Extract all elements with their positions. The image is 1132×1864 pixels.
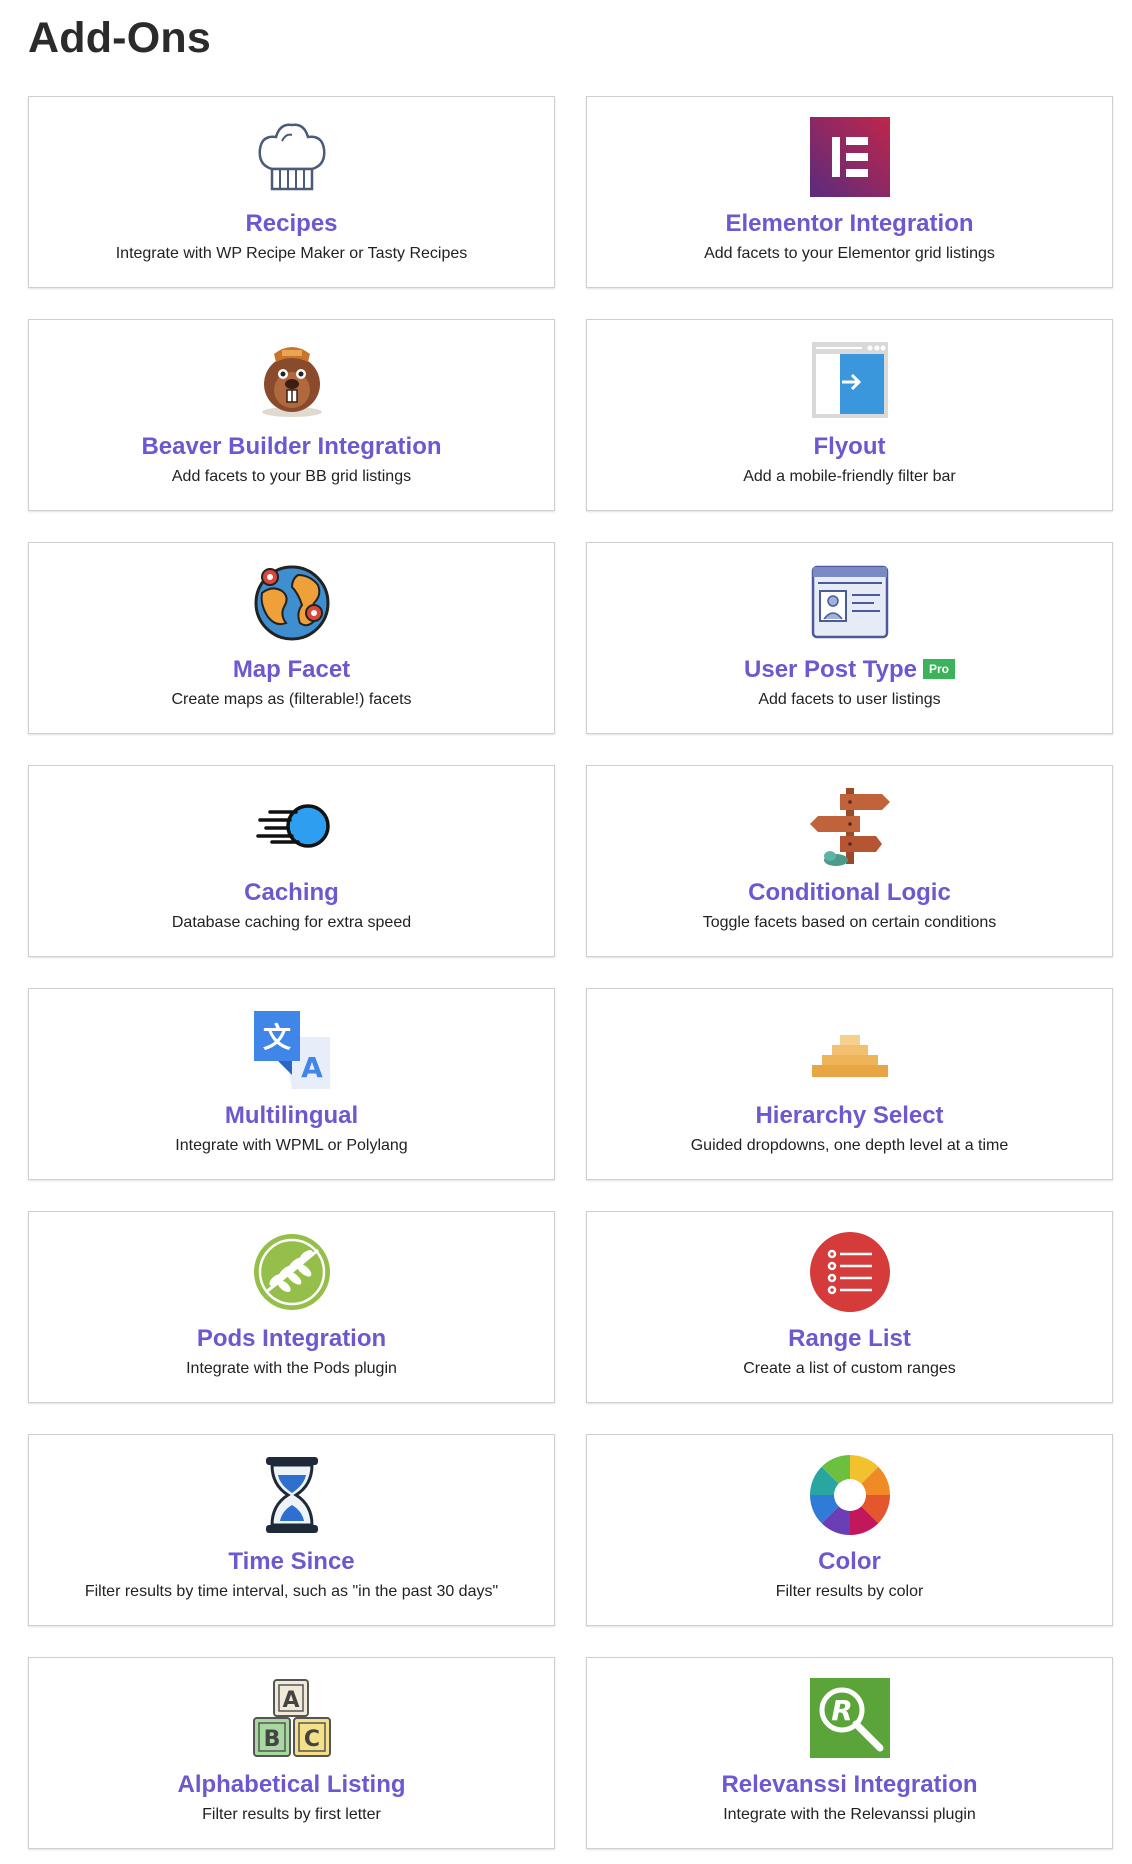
addon-card-map-facet[interactable]: Map Facet Create maps as (filterable!) fa…	[28, 542, 555, 734]
addon-title-text: Elementor Integration	[725, 210, 974, 237]
addon-title-text: Alphabetical Listing	[177, 1771, 406, 1798]
addon-description: Create a list of custom ranges	[743, 1360, 956, 1377]
addon-title[interactable]: Range List	[587, 1325, 1112, 1353]
chef-hat-icon	[29, 117, 554, 197]
beaver-icon	[29, 340, 554, 420]
list-circle-icon	[587, 1232, 1112, 1312]
addon-title-text: Hierarchy Select	[755, 1102, 944, 1129]
relevanssi-icon: R	[587, 1678, 1112, 1758]
flyout-window-icon	[587, 340, 1112, 420]
addon-title-text: User Post Type	[744, 656, 917, 683]
addon-description: Integrate with WPML or Polylang	[175, 1137, 408, 1154]
addon-title[interactable]: Alphabetical Listing	[29, 1771, 554, 1799]
addon-description: Create maps as (filterable!) facets	[171, 691, 412, 708]
addon-title-text: Multilingual	[224, 1102, 359, 1129]
user-card-icon	[587, 563, 1112, 643]
addon-description: Add facets to your BB grid listings	[171, 468, 412, 485]
addon-description: Integrate with WP Recipe Maker or Tasty …	[115, 245, 468, 262]
addon-description: Filter results by first letter	[202, 1806, 381, 1823]
pyramid-icon	[587, 1009, 1112, 1089]
addon-title-text: Beaver Builder Integration	[141, 433, 442, 460]
addon-title-text: Caching	[244, 879, 339, 906]
addons-page: Add-Ons Recipes Integrate with WP Recipe …	[0, 0, 1132, 1864]
pods-leaf-icon	[29, 1232, 554, 1312]
addon-title-text: Map Facet	[232, 656, 351, 683]
addon-title[interactable]: Caching	[29, 879, 554, 907]
addon-title[interactable]: Map Facet	[29, 656, 554, 684]
addon-title-text: Time Since	[228, 1548, 355, 1575]
addon-title[interactable]: Beaver Builder Integration	[29, 433, 554, 461]
addon-description: Filter results by time interval, such as…	[84, 1583, 499, 1600]
signpost-icon	[587, 786, 1112, 866]
block-letter-c: C	[303, 1727, 319, 1752]
addon-card-user-post-type[interactable]: User Post Type Pro Add facets to user list…	[586, 542, 1113, 734]
addon-card-color[interactable]: Color Filter results by color	[586, 1434, 1113, 1626]
addon-title[interactable]: Flyout	[587, 433, 1112, 461]
elementor-icon	[587, 117, 1112, 197]
addon-title-text: Color	[818, 1548, 881, 1575]
addon-description: Toggle facets based on certain condition…	[702, 914, 997, 931]
addon-title[interactable]: Hierarchy Select	[587, 1102, 1112, 1130]
addon-title-text: Pods Integration	[196, 1325, 387, 1352]
addon-card-beaver-builder-integration[interactable]: Beaver Builder Integration Add facets to …	[28, 319, 555, 511]
addon-title[interactable]: Color	[587, 1548, 1112, 1576]
addon-card-range-list[interactable]: Range List Create a list of custom ranges	[586, 1211, 1113, 1403]
page-title: Add-Ons	[28, 14, 211, 62]
addon-title[interactable]: User Post Type Pro	[587, 656, 1112, 684]
color-wheel-icon	[587, 1455, 1112, 1535]
addon-card-hierarchy-select[interactable]: Hierarchy Select Guided dropdowns, one de…	[586, 988, 1113, 1180]
addon-title-text: Range List	[788, 1325, 911, 1352]
addon-card-relevanssi-integration[interactable]: R Relevanssi Integration Integrate with t…	[586, 1657, 1113, 1849]
addon-title-text: Recipes	[245, 210, 338, 237]
globe-pins-icon	[29, 563, 554, 643]
addon-description: Filter results by color	[775, 1583, 924, 1600]
addon-title[interactable]: Recipes	[29, 210, 554, 238]
relevanssi-letter: R	[831, 1694, 853, 1727]
addon-title[interactable]: Time Since	[29, 1548, 554, 1576]
addon-description: Add facets to your Elementor grid listin…	[704, 245, 995, 262]
addon-card-conditional-logic[interactable]: Conditional Logic Toggle facets based on …	[586, 765, 1113, 957]
addon-card-multilingual[interactable]: 文 A Multilingual Integrate with WPML or P…	[28, 988, 555, 1180]
addon-title-text: Relevanssi Integration	[721, 1771, 978, 1798]
addon-card-alphabetical-listing[interactable]: A B C Alphabetical Listing Filter results…	[28, 1657, 555, 1849]
translate-letter-text: A	[301, 1051, 323, 1084]
block-letter-b: B	[263, 1727, 280, 1752]
addon-card-recipes[interactable]: Recipes Integrate with WP Recipe Maker or…	[28, 96, 555, 288]
addon-description: Database caching for extra speed	[171, 914, 412, 931]
speed-ball-icon	[29, 786, 554, 866]
addon-title[interactable]: Elementor Integration	[587, 210, 1112, 238]
block-letter-a: A	[282, 1688, 299, 1713]
addon-title[interactable]: Relevanssi Integration	[587, 1771, 1112, 1799]
addon-card-pods-integration[interactable]: Pods Integration Integrate with the Pods …	[28, 1211, 555, 1403]
addon-title[interactable]: Pods Integration	[29, 1325, 554, 1353]
addon-description: Integrate with the Pods plugin	[186, 1360, 397, 1377]
abc-blocks-icon: A B C	[29, 1678, 554, 1758]
addons-grid: Recipes Integrate with WP Recipe Maker or…	[28, 96, 1113, 1849]
addon-description: Add a mobile-friendly filter bar	[743, 468, 956, 485]
translate-icon: 文 A	[29, 1009, 554, 1089]
addon-description: Add facets to user listings	[758, 691, 941, 708]
addon-card-flyout[interactable]: Flyout Add a mobile-friendly filter bar	[586, 319, 1113, 511]
addon-title[interactable]: Multilingual	[29, 1102, 554, 1130]
addon-description: Guided dropdowns, one depth level at a t…	[690, 1137, 1009, 1154]
pro-badge: Pro	[922, 659, 955, 679]
addon-title-text: Conditional Logic	[748, 879, 951, 906]
addon-card-caching[interactable]: Caching Database caching for extra speed	[28, 765, 555, 957]
addon-card-elementor-integration[interactable]: Elementor Integration Add facets to your …	[586, 96, 1113, 288]
addon-title[interactable]: Conditional Logic	[587, 879, 1112, 907]
translate-glyph-text: 文	[262, 1021, 290, 1054]
addon-card-time-since[interactable]: Time Since Filter results by time interva…	[28, 1434, 555, 1626]
hourglass-icon	[29, 1455, 554, 1535]
addon-title-text: Flyout	[813, 433, 886, 460]
addon-description: Integrate with the Relevanssi plugin	[723, 1806, 976, 1823]
